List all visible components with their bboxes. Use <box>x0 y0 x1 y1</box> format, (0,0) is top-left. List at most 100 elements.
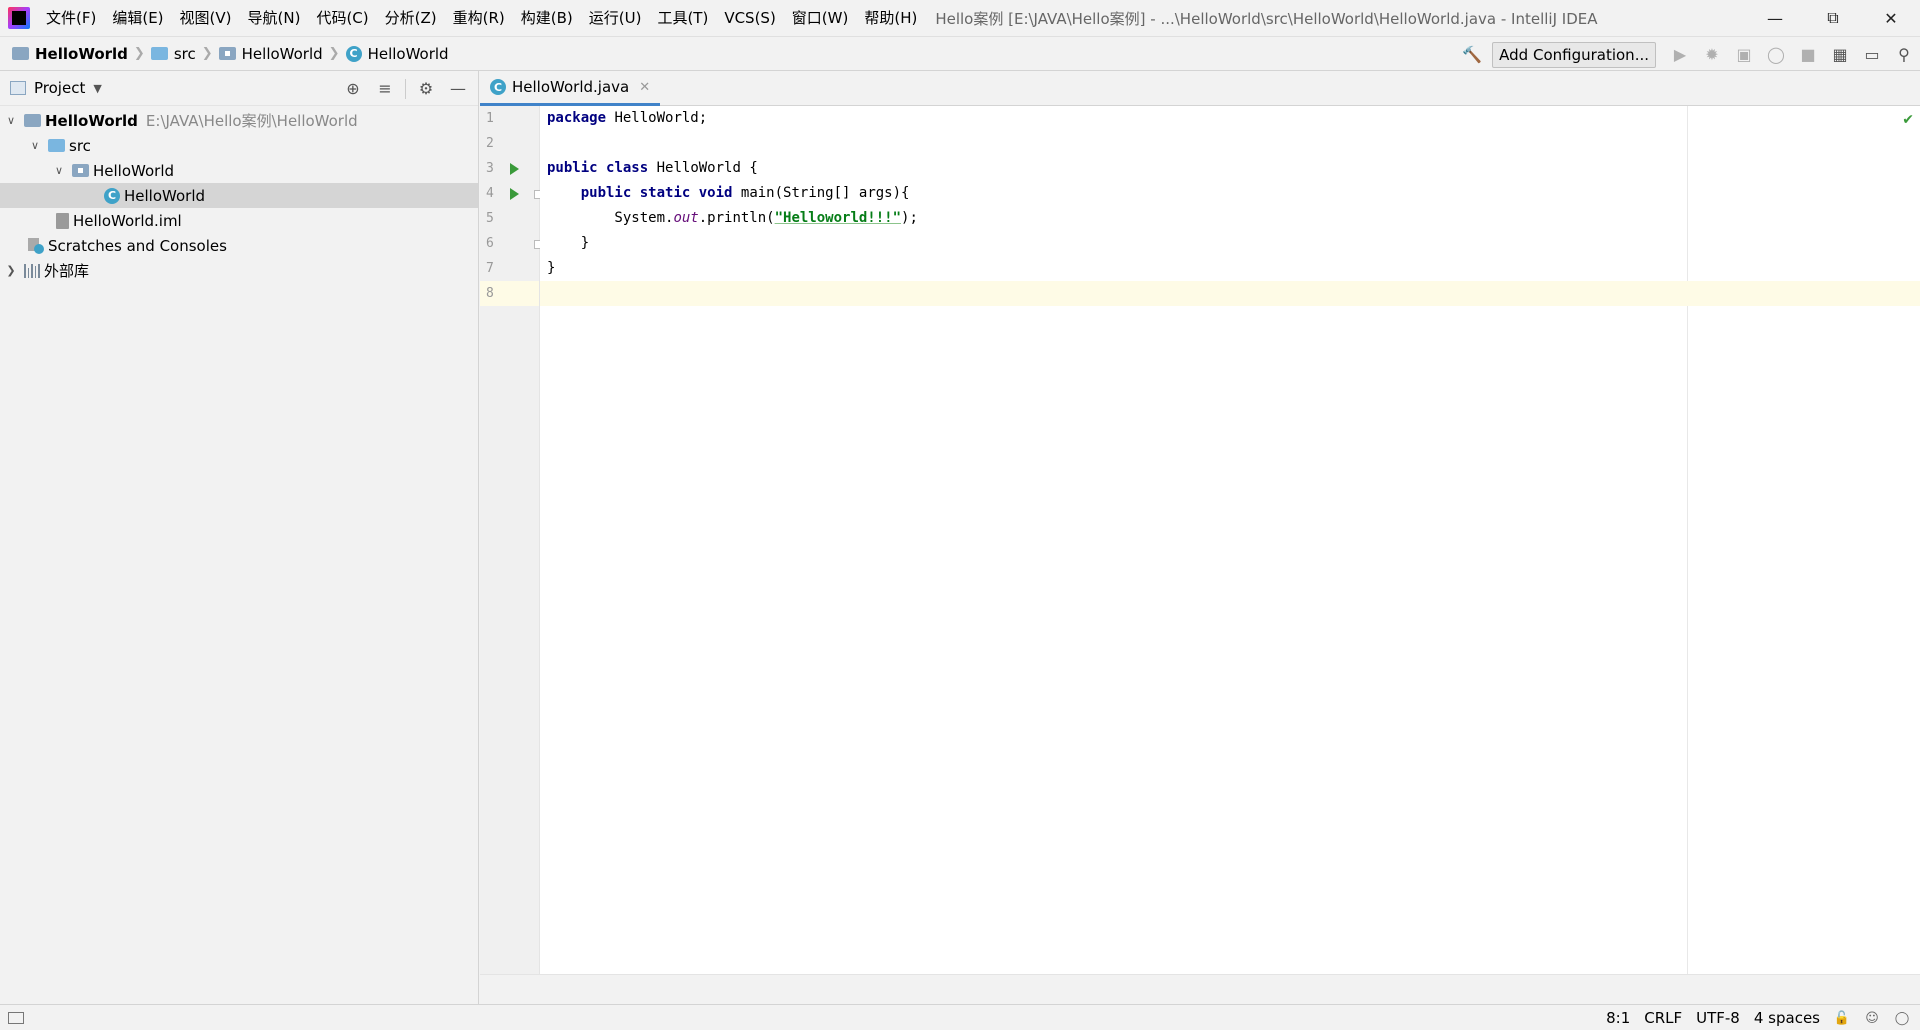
editor-area: C HelloWorld.java ✕ 1 2 3 4 5 6 7 8 ✔ pa… <box>480 71 1920 1004</box>
line-separator[interactable]: CRLF <box>1644 1009 1682 1027</box>
breadcrumb-src[interactable]: src <box>150 44 196 63</box>
keyword: public <box>547 160 598 176</box>
menu-analyze[interactable]: 分析(Z) <box>377 0 445 36</box>
tree-item-label: HelloWorld <box>124 186 206 205</box>
project-view-selector[interactable]: Project <box>34 79 85 97</box>
intellij-logo-icon <box>8 7 30 29</box>
code-line-6: } <box>540 231 1920 256</box>
run-anything-icon[interactable]: ▭ <box>1856 41 1888 69</box>
restore-icon[interactable]: ⧉ <box>1804 0 1862 36</box>
code-line-3: public class HelloWorld { <box>540 156 1920 181</box>
tool-windows-toggle-icon[interactable] <box>8 1011 24 1024</box>
tree-item-scratches[interactable]: Scratches and Consoles <box>0 233 478 258</box>
locate-file-icon[interactable]: ⊕ <box>337 71 369 106</box>
code-text: main(String[] args){ <box>732 185 910 201</box>
static-field: out <box>673 210 699 226</box>
debug-icon[interactable]: ✹ <box>1696 41 1728 69</box>
library-icon <box>24 263 40 278</box>
breadcrumb-src-label: src <box>173 44 196 63</box>
menu-view[interactable]: 视图(V) <box>172 0 240 36</box>
tab-helloworld-java[interactable]: C HelloWorld.java ✕ <box>480 71 661 106</box>
tree-item-label: HelloWorld.iml <box>73 211 182 230</box>
chevron-down-icon[interactable]: ∨ <box>28 139 42 152</box>
run-icon[interactable]: ▶ <box>1664 41 1696 69</box>
package-icon <box>72 164 89 177</box>
navigation-bar: HelloWorld ❯ src ❯ HelloWorld ❯ C HelloW… <box>0 36 1920 71</box>
menu-navigate[interactable]: 导航(N) <box>240 0 309 36</box>
indent-setting[interactable]: 4 spaces <box>1754 1009 1820 1027</box>
project-tree: ∨ HelloWorld E:\JAVA\Hello案例\HelloWorld … <box>0 106 478 283</box>
dropdown-caret-icon[interactable]: ▼ <box>93 82 101 95</box>
line-number: 6 <box>486 236 494 251</box>
code-text: } <box>547 260 556 276</box>
tree-item-project-root[interactable]: ∨ HelloWorld E:\JAVA\Hello案例\HelloWorld <box>0 108 478 133</box>
menu-code[interactable]: 代码(C) <box>308 0 376 36</box>
code-editor[interactable]: ✔ package HelloWorld; public class Hello… <box>540 106 1920 974</box>
menu-edit[interactable]: 编辑(E) <box>104 0 171 36</box>
line-number: 4 <box>486 186 494 201</box>
toolbar-divider <box>405 78 406 99</box>
window-title: Hello案例 [E:\JAVA\Hello案例] - ...\HelloWor… <box>935 9 1598 28</box>
keyword: void <box>698 185 733 201</box>
stop-icon[interactable]: ■ <box>1792 41 1824 69</box>
menu-tools[interactable]: 工具(T) <box>649 0 716 36</box>
tree-item-iml[interactable]: HelloWorld.iml <box>0 208 478 233</box>
chevron-down-icon[interactable]: ∨ <box>4 114 18 127</box>
tree-item-label: src <box>69 136 91 155</box>
notifications-icon[interactable]: ◯ <box>1894 1010 1910 1026</box>
caret-position[interactable]: 8:1 <box>1606 1009 1630 1027</box>
hide-panel-icon[interactable]: — <box>442 71 474 106</box>
coverage-icon[interactable]: ▣ <box>1728 41 1760 69</box>
menu-file[interactable]: 文件(F) <box>38 0 104 36</box>
inspector-icon[interactable]: ☺ <box>1864 1010 1880 1026</box>
line-number-6: 6 <box>480 231 543 256</box>
editor-bottom-strip <box>480 974 1920 1004</box>
run-gutter-icon[interactable] <box>510 163 519 175</box>
breadcrumb-package[interactable]: HelloWorld <box>218 45 323 63</box>
window-controls: — ⧉ ✕ <box>1746 0 1920 36</box>
menu-run[interactable]: 运行(U) <box>581 0 650 36</box>
project-tool-window: Project ▼ ⊕ ≡ ⚙ — ∨ HelloWorld E:\JAVA\H… <box>0 71 479 1004</box>
run-gutter-icon[interactable] <box>510 188 519 200</box>
string-literal: "Helloworld!!!" <box>774 210 902 226</box>
close-tab-icon[interactable]: ✕ <box>639 80 650 95</box>
title-bar: 文件(F) 编辑(E) 视图(V) 导航(N) 代码(C) 分析(Z) 重构(R… <box>0 0 1920 36</box>
keyword: static <box>639 185 691 201</box>
breadcrumb-class[interactable]: C HelloWorld <box>345 45 449 63</box>
tree-item-package[interactable]: ∨ HelloWorld <box>0 158 478 183</box>
menu-build[interactable]: 构建(B) <box>513 0 581 36</box>
breadcrumb-project[interactable]: HelloWorld <box>12 45 128 63</box>
tree-item-label: HelloWorld <box>45 111 138 130</box>
tree-item-external-libraries[interactable]: ❯ 外部库 <box>0 258 478 283</box>
chevron-right-icon[interactable]: ❯ <box>4 264 18 277</box>
lock-icon[interactable]: 🔓 <box>1834 1010 1850 1026</box>
code-text: ); <box>901 210 918 226</box>
chevron-down-icon[interactable]: ∨ <box>52 164 66 177</box>
close-icon[interactable]: ✕ <box>1862 0 1920 36</box>
file-encoding[interactable]: UTF-8 <box>1696 1009 1740 1027</box>
line-number-4: 4 <box>480 181 543 206</box>
gear-icon[interactable]: ⚙ <box>410 71 442 106</box>
project-folder-icon <box>24 114 41 127</box>
menu-help[interactable]: 帮助(H) <box>856 0 925 36</box>
menu-refactor[interactable]: 重构(R) <box>445 0 513 36</box>
line-number-3: 3 <box>480 156 539 181</box>
build-hammer-icon[interactable]: 🔨 <box>1456 41 1488 69</box>
editor-gutter: 1 2 3 4 5 6 7 8 <box>480 106 543 974</box>
collapse-all-icon[interactable]: ≡ <box>369 71 401 106</box>
menu-window[interactable]: 窗口(W) <box>784 0 857 36</box>
line-number: 1 <box>486 111 494 126</box>
package-icon <box>218 47 236 60</box>
tree-item-class[interactable]: C HelloWorld <box>0 183 478 208</box>
tree-item-src[interactable]: ∨ src <box>0 133 478 158</box>
profile-icon[interactable]: ◯ <box>1760 41 1792 69</box>
search-icon[interactable]: ⚲ <box>1888 41 1920 69</box>
keyword: class <box>606 160 649 176</box>
scratches-icon <box>28 237 44 254</box>
add-configuration-button[interactable]: Add Configuration... <box>1492 41 1656 68</box>
editor-tab-bar: C HelloWorld.java ✕ <box>480 71 1920 106</box>
project-structure-icon[interactable]: ▦ <box>1824 41 1856 69</box>
menu-vcs[interactable]: VCS(S) <box>716 0 783 36</box>
minimize-icon[interactable]: — <box>1746 0 1804 36</box>
